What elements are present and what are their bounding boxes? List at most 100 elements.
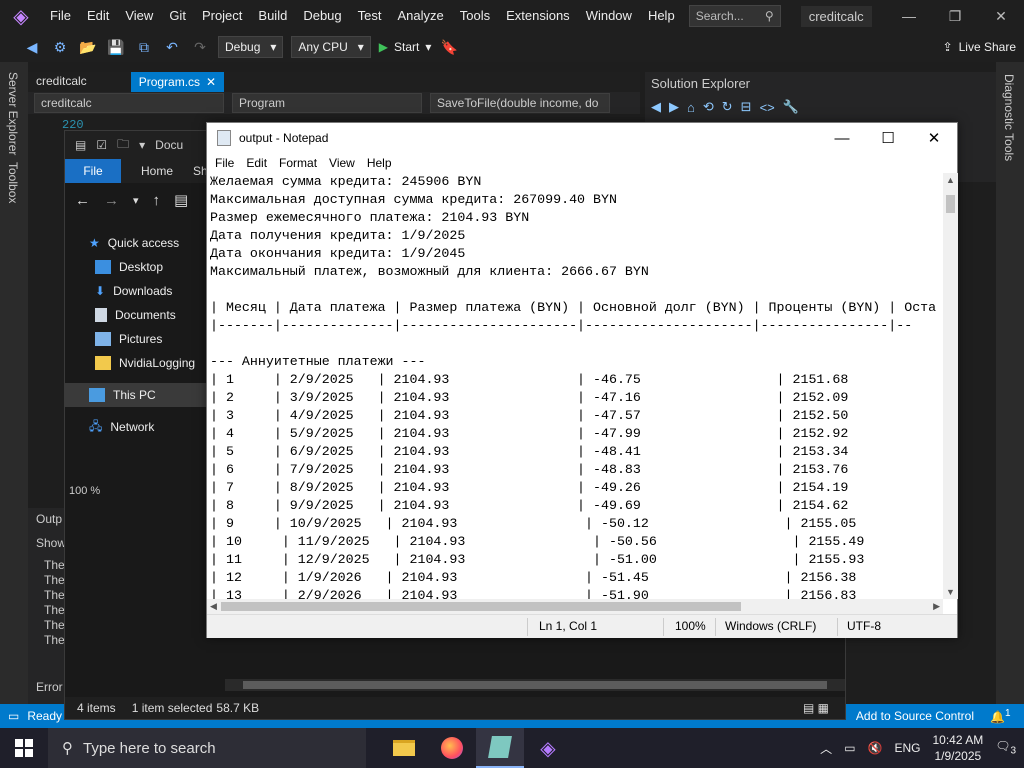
redo-icon[interactable]: ↷ [190,39,210,56]
class-dropdown[interactable]: Program [232,93,422,113]
scroll-up-icon[interactable]: ▲ [946,175,955,185]
menu-analyze[interactable]: Analyze [389,0,451,32]
start-button[interactable] [0,728,48,768]
open-folder-icon[interactable]: 📂 [78,39,98,56]
notepad-horizontal-scrollbar[interactable]: ◀ ▶ [207,599,943,614]
np-menu-file[interactable]: File [211,156,242,170]
menu-view[interactable]: View [117,0,161,32]
minimize-icon[interactable]: — [819,123,865,153]
scrollbar-thumb[interactable] [946,195,955,213]
minimize-icon[interactable]: — [886,8,932,24]
text-line [210,335,943,353]
menu-file[interactable]: File [42,0,79,32]
menu-edit[interactable]: Edit [79,0,117,32]
notepad-taskbar-icon[interactable] [476,728,524,768]
save-icon[interactable]: 💾 [106,39,126,56]
sync-icon[interactable]: ⟲ [703,99,714,115]
volume-icon[interactable]: 🔇 [868,741,883,755]
back-icon[interactable]: ◀ [651,99,661,115]
nav-pictures[interactable]: Pictures [65,327,207,351]
language-indicator[interactable]: ENG [894,741,920,755]
clock[interactable]: 10:42 AM 1/9/2025 [933,732,984,764]
menu-debug[interactable]: Debug [295,0,349,32]
bookmark-icon[interactable]: 🔖 [439,39,459,56]
checkbox-icon[interactable]: ☑ [96,138,107,152]
tab-program-cs[interactable]: Program.cs ✕ [130,72,225,92]
menu-project[interactable]: Project [194,0,250,32]
chevron-up-icon[interactable]: ︿ [820,740,832,757]
notepad-text-area[interactable]: Желаемая сумма кредита: 245906 BYN Макси… [210,173,943,721]
up-arrow-icon[interactable]: ↑ [153,192,161,209]
scroll-right-icon[interactable]: ▶ [933,601,940,612]
menu-tools[interactable]: Tools [452,0,498,32]
back-arrow-icon[interactable]: ← [75,192,90,209]
show-output-label: Show [36,536,67,550]
text-line: | 2 | 3/9/2025 | 2104.93 | -47.16 | 2152… [210,390,849,405]
taskbar-search-box[interactable]: ⚲ Type here to search [48,728,366,768]
refresh-icon[interactable]: ↻ [722,99,733,115]
chevron-down-icon[interactable]: ▾ [133,194,139,207]
close-icon[interactable]: ✕ [911,123,957,153]
menu-help[interactable]: Help [640,0,683,32]
close-icon[interactable]: ✕ [978,8,1024,25]
nav-desktop[interactable]: Desktop [65,255,207,279]
back-icon[interactable]: ◀ [22,39,42,56]
network-icon[interactable]: ▭ [844,741,855,755]
configuration-dropdown[interactable]: Debug ▾ [218,36,284,58]
properties-icon[interactable]: 🔧 [783,99,799,115]
home-icon[interactable]: ⌂ [687,100,695,115]
new-project-icon[interactable]: ⚙ [50,39,70,56]
menu-test[interactable]: Test [350,0,390,32]
output-line: The [44,618,65,632]
project-dropdown[interactable]: creditcalc [34,93,224,113]
code-view-icon[interactable]: <> [760,100,775,115]
nav-nvidialogging[interactable]: NvidiaLogging [65,351,207,375]
np-menu-edit[interactable]: Edit [242,156,275,170]
error-list-tab[interactable]: Error [36,680,63,694]
nav-quick-access[interactable]: ★ Quick access [65,231,207,255]
file-explorer-taskbar-icon[interactable] [380,728,428,768]
menu-git[interactable]: Git [161,0,194,32]
notification-center-icon[interactable]: 🗨3 [995,739,1016,756]
notification-bell-icon[interactable]: 🔔1 [990,708,1011,724]
close-icon[interactable]: ✕ [206,75,216,89]
scroll-down-icon[interactable]: ▼ [946,587,955,597]
scrollbar-thumb[interactable] [221,602,741,611]
start-debug-button[interactable]: ▶ Start ▾ [379,40,432,54]
tab-creditcalc[interactable]: creditcalc [28,72,95,92]
folder-icon[interactable]: 🗀 [117,135,129,156]
scroll-left-icon[interactable]: ◀ [210,601,217,612]
live-share-button[interactable]: ⇪ Live Share [943,40,1016,54]
ribbon-home-tab[interactable]: Home [121,164,193,178]
forward-icon[interactable]: ▶ [669,99,679,115]
notepad-vertical-scrollbar[interactable]: ▲ ▼ [943,173,958,599]
nav-downloads[interactable]: ⬇ Downloads [65,279,207,303]
menu-window[interactable]: Window [578,0,640,32]
firefox-taskbar-icon[interactable] [428,728,476,768]
vs-search-box[interactable]: Search... ⚲ [688,5,781,27]
nav-this-pc[interactable]: This PC [65,383,207,407]
forward-arrow-icon[interactable]: → [104,192,119,209]
nav-network[interactable]: 🖧 Network [65,415,207,439]
visual-studio-taskbar-icon[interactable]: ◈ [524,728,572,768]
diagnostic-tools-tab[interactable]: Diagnostic Tools [1002,74,1016,161]
chevron-down-icon[interactable]: ▾ [139,138,145,152]
toolbox-tab[interactable]: Toolbox [6,162,20,203]
platform-dropdown[interactable]: Any CPU ▾ [291,36,371,58]
undo-icon[interactable]: ↶ [162,39,182,56]
np-menu-help[interactable]: Help [363,156,400,170]
save-all-icon[interactable]: ⧉ [134,39,154,56]
menu-build[interactable]: Build [250,0,295,32]
np-menu-view[interactable]: View [325,156,363,170]
maximize-icon[interactable]: ☐ [865,123,911,153]
ribbon-file-tab[interactable]: File [65,159,121,183]
restore-icon[interactable]: ❐ [932,8,978,25]
server-explorer-tab[interactable]: Server Explorer [6,72,20,155]
properties-icon[interactable]: ▤ [75,138,86,152]
method-dropdown[interactable]: SaveToFile(double income, do [430,93,610,113]
menu-extensions[interactable]: Extensions [498,0,578,32]
nav-documents[interactable]: Documents [65,303,207,327]
text-line: | 4 | 5/9/2025 | 2104.93 | -47.99 | 2152… [210,426,849,441]
collapse-all-icon[interactable]: ⊟ [741,99,752,115]
np-menu-format[interactable]: Format [275,156,325,170]
